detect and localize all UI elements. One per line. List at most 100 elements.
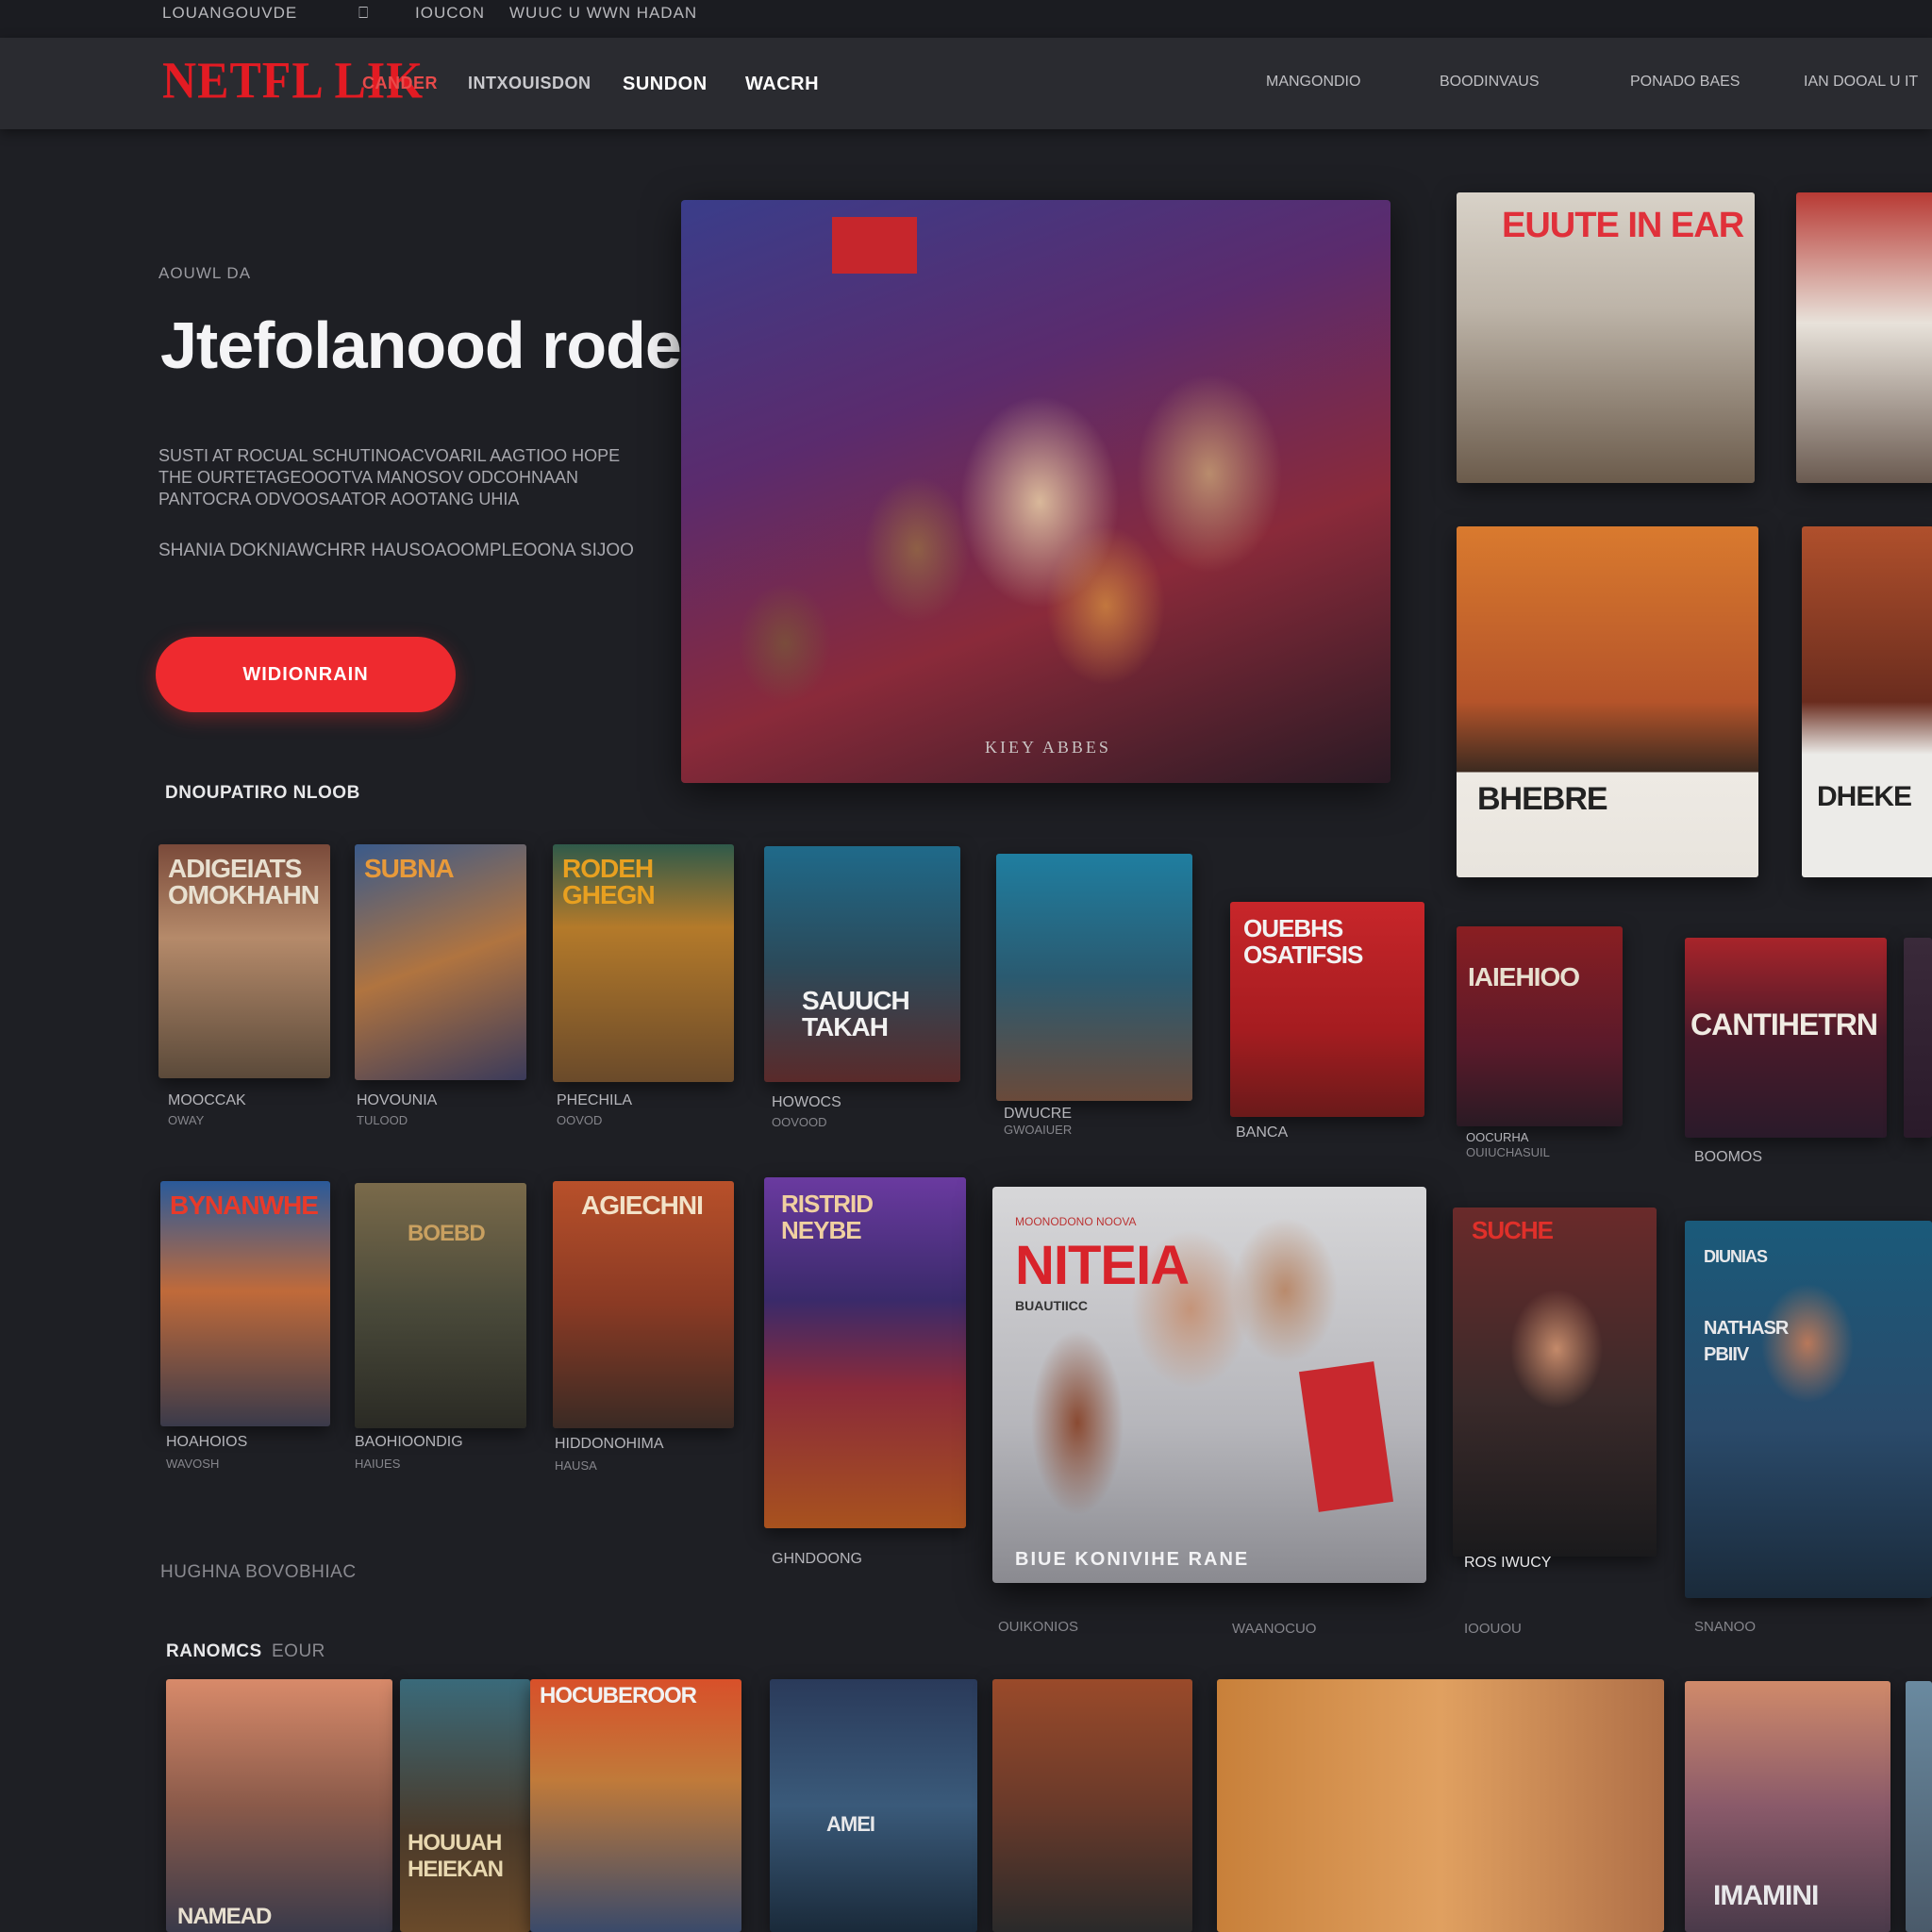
hero-art-caption: KIEY ABBES — [985, 738, 1111, 757]
poster-title: RISTRID NEYBE — [781, 1190, 874, 1244]
poster-card[interactable]: NAMEAD — [166, 1679, 392, 1932]
side-poster-title: EUUTE IN EAR — [1502, 206, 1744, 245]
hero-artwork[interactable] — [681, 200, 1391, 783]
featured-caption: OUIKONIOS — [998, 1619, 1079, 1635]
hero-kicker: AOUWL DA — [158, 264, 252, 282]
nav-link-watch[interactable]: WACRH — [745, 74, 819, 95]
poster-caption: HOWOCS — [772, 1094, 841, 1110]
poster-card[interactable]: DIUNIAS NATHASR PBIIV — [1685, 1221, 1932, 1598]
poster-card[interactable]: IMAMINI — [1685, 1681, 1890, 1932]
poster-title: SUBNA — [364, 854, 455, 883]
poster-subcaption: OOVOD — [557, 1113, 603, 1127]
row-title-secondary[interactable]: EOUR — [272, 1641, 325, 1662]
poster-caption: GHNDOONG — [772, 1551, 862, 1567]
poster-title: AMEI — [826, 1812, 875, 1836]
featured-title: NITEIA — [1015, 1235, 1190, 1296]
poster-card[interactable] — [992, 1679, 1192, 1932]
nav-right-link[interactable]: MANGONDIO — [1266, 74, 1360, 91]
watch-now-button[interactable]: WIDIONRAIN — [156, 637, 456, 712]
side-poster[interactable] — [1796, 192, 1932, 483]
poster-subcaption: SNANOO — [1694, 1619, 1757, 1635]
poster-subcaption: WAVOSH — [166, 1457, 220, 1471]
poster-card[interactable]: ADIGEIATS OMOKHAHN — [158, 844, 330, 1078]
side-poster-title: BHEBRE — [1477, 781, 1608, 817]
poster-card[interactable]: HOUUAH HEIEKAN — [400, 1679, 530, 1932]
main-navbar: NETFL LIK CANDER INTXOUISDON SUNDON WACR… — [0, 38, 1932, 129]
poster-caption: OOCURHA — [1466, 1130, 1529, 1144]
utility-icon[interactable]: ⎕ — [358, 4, 369, 23]
featured-bottom-text: BIUE KONIVIHE RANE — [1015, 1549, 1250, 1570]
poster-caption: PHECHILA — [557, 1092, 633, 1108]
poster-title: DIUNIAS — [1704, 1247, 1768, 1266]
poster-caption: BOOMOS — [1694, 1149, 1763, 1165]
poster-subcaption: GWOAIUER — [1004, 1123, 1073, 1137]
poster-card[interactable]: HOCUBEROOR — [530, 1679, 741, 1932]
featured-subtitle: BUAUTIICC — [1015, 1298, 1088, 1313]
poster-subcaption: HAIUES — [355, 1457, 401, 1471]
poster-card[interactable]: RODEH GHEGN — [553, 844, 734, 1082]
utility-link[interactable]: WUUC U WWN HADAN — [509, 4, 697, 23]
side-poster-title: DHEKE — [1817, 781, 1912, 812]
poster-title: NAMEAD — [177, 1904, 272, 1929]
poster-title: BYNANWHE — [170, 1191, 319, 1220]
featured-poster[interactable]: MOONODONO NOOVA NITEIA BUAUTIICC BIUE KO… — [992, 1187, 1426, 1583]
poster-caption: DWUCRE — [1004, 1106, 1072, 1122]
featured-book-prop — [1298, 1361, 1394, 1512]
poster-caption: MOOCCAK — [168, 1092, 246, 1108]
nav-right-link[interactable]: BOODINVAUS — [1440, 74, 1540, 91]
poster-title: OUEBHS OSATIFSIS — [1243, 914, 1363, 969]
poster-card[interactable]: CANTIHETRN — [1685, 938, 1887, 1138]
utility-link[interactable]: IOUCON — [415, 4, 485, 23]
side-poster[interactable]: EUUTE IN EAR — [1457, 192, 1755, 483]
nav-link-home[interactable]: CANDER — [362, 74, 438, 93]
poster-title: AGIECHNI — [581, 1191, 704, 1220]
poster-card[interactable] — [1217, 1679, 1664, 1932]
poster-card[interactable]: BYNANWHE — [160, 1181, 330, 1426]
poster-caption: HOAHOIOS — [166, 1434, 248, 1450]
poster-card[interactable]: OUEBHS OSATIFSIS — [1230, 902, 1424, 1117]
featured-kicker: MOONODONO NOOVA — [1015, 1215, 1137, 1228]
row-title: DNOUPATIRO NLOOB — [165, 783, 360, 803]
poster-caption: HIDDONOHIMA — [555, 1436, 664, 1452]
poster-title: CANTIHETRN — [1690, 1008, 1878, 1041]
poster-title: BOEBD — [408, 1221, 486, 1246]
poster-card[interactable] — [1904, 938, 1932, 1138]
poster-card[interactable]: SUBNA — [355, 844, 526, 1080]
poster-card[interactable]: SAUUCH TAKAH — [764, 846, 960, 1082]
poster-card[interactable] — [1906, 1681, 1932, 1932]
poster-title: IAIEHIOO — [1468, 962, 1580, 991]
poster-subcaption: OUIUCHASUIL — [1466, 1145, 1550, 1159]
poster-card[interactable]: SUCHE — [1453, 1208, 1657, 1557]
poster-card[interactable]: AGIECHNI — [553, 1181, 734, 1428]
poster-title: HOUUAH HEIEKAN — [408, 1830, 504, 1882]
poster-title: SAUUCH TAKAH — [802, 986, 910, 1041]
poster-subcaption: OWAY — [168, 1113, 205, 1127]
poster-card[interactable] — [996, 854, 1192, 1101]
poster-title: RODEH GHEGN — [562, 854, 656, 909]
nav-link-browse[interactable]: INTXOUISDON — [468, 74, 591, 93]
nav-link-shows[interactable]: SUNDON — [623, 74, 708, 95]
poster-title: ADIGEIATS OMOKHAHN — [168, 854, 320, 909]
poster-card[interactable]: IAIEHIOO — [1457, 926, 1623, 1126]
hero-art-emblem — [832, 217, 917, 274]
hero-description-secondary: SHANIA DOKNIAWCHRR HAUSOAOOMPLEOONA SIJO… — [158, 541, 634, 560]
poster-caption: BANCA — [1236, 1124, 1289, 1141]
poster-subcaption: OOVOOD — [772, 1115, 827, 1129]
poster-subtitle: NATHASR PBIIV — [1704, 1318, 1789, 1365]
nav-right-link[interactable]: PONADO BAES — [1630, 74, 1740, 91]
nav-right-link[interactable]: IAN DOOAL U IT — [1804, 74, 1918, 91]
poster-caption: HOVOUNIA — [357, 1092, 438, 1108]
poster-subcaption: TULOOD — [357, 1113, 408, 1127]
featured-caption-2: WAANOCUO — [1232, 1621, 1317, 1637]
side-poster[interactable]: DHEKE — [1802, 526, 1932, 877]
top-utility-bar: LOUANGOUVDE ⎕ IOUCON WUUC U WWN HADAN — [0, 0, 1932, 38]
poster-card[interactable]: RISTRID NEYBE — [764, 1177, 966, 1528]
poster-card[interactable]: AMEI — [770, 1679, 977, 1932]
row-heading-dim: HUGHNA BOVOBHIAC — [160, 1562, 357, 1582]
poster-subcaption: IOOUOU — [1464, 1621, 1522, 1637]
poster-card[interactable]: BOEBD — [355, 1183, 526, 1428]
poster-title: IMAMINI — [1713, 1880, 1819, 1911]
side-poster[interactable]: BHEBRE — [1457, 526, 1758, 877]
utility-link[interactable]: LOUANGOUVDE — [162, 4, 297, 23]
poster-title: HOCUBEROOR — [540, 1683, 697, 1708]
